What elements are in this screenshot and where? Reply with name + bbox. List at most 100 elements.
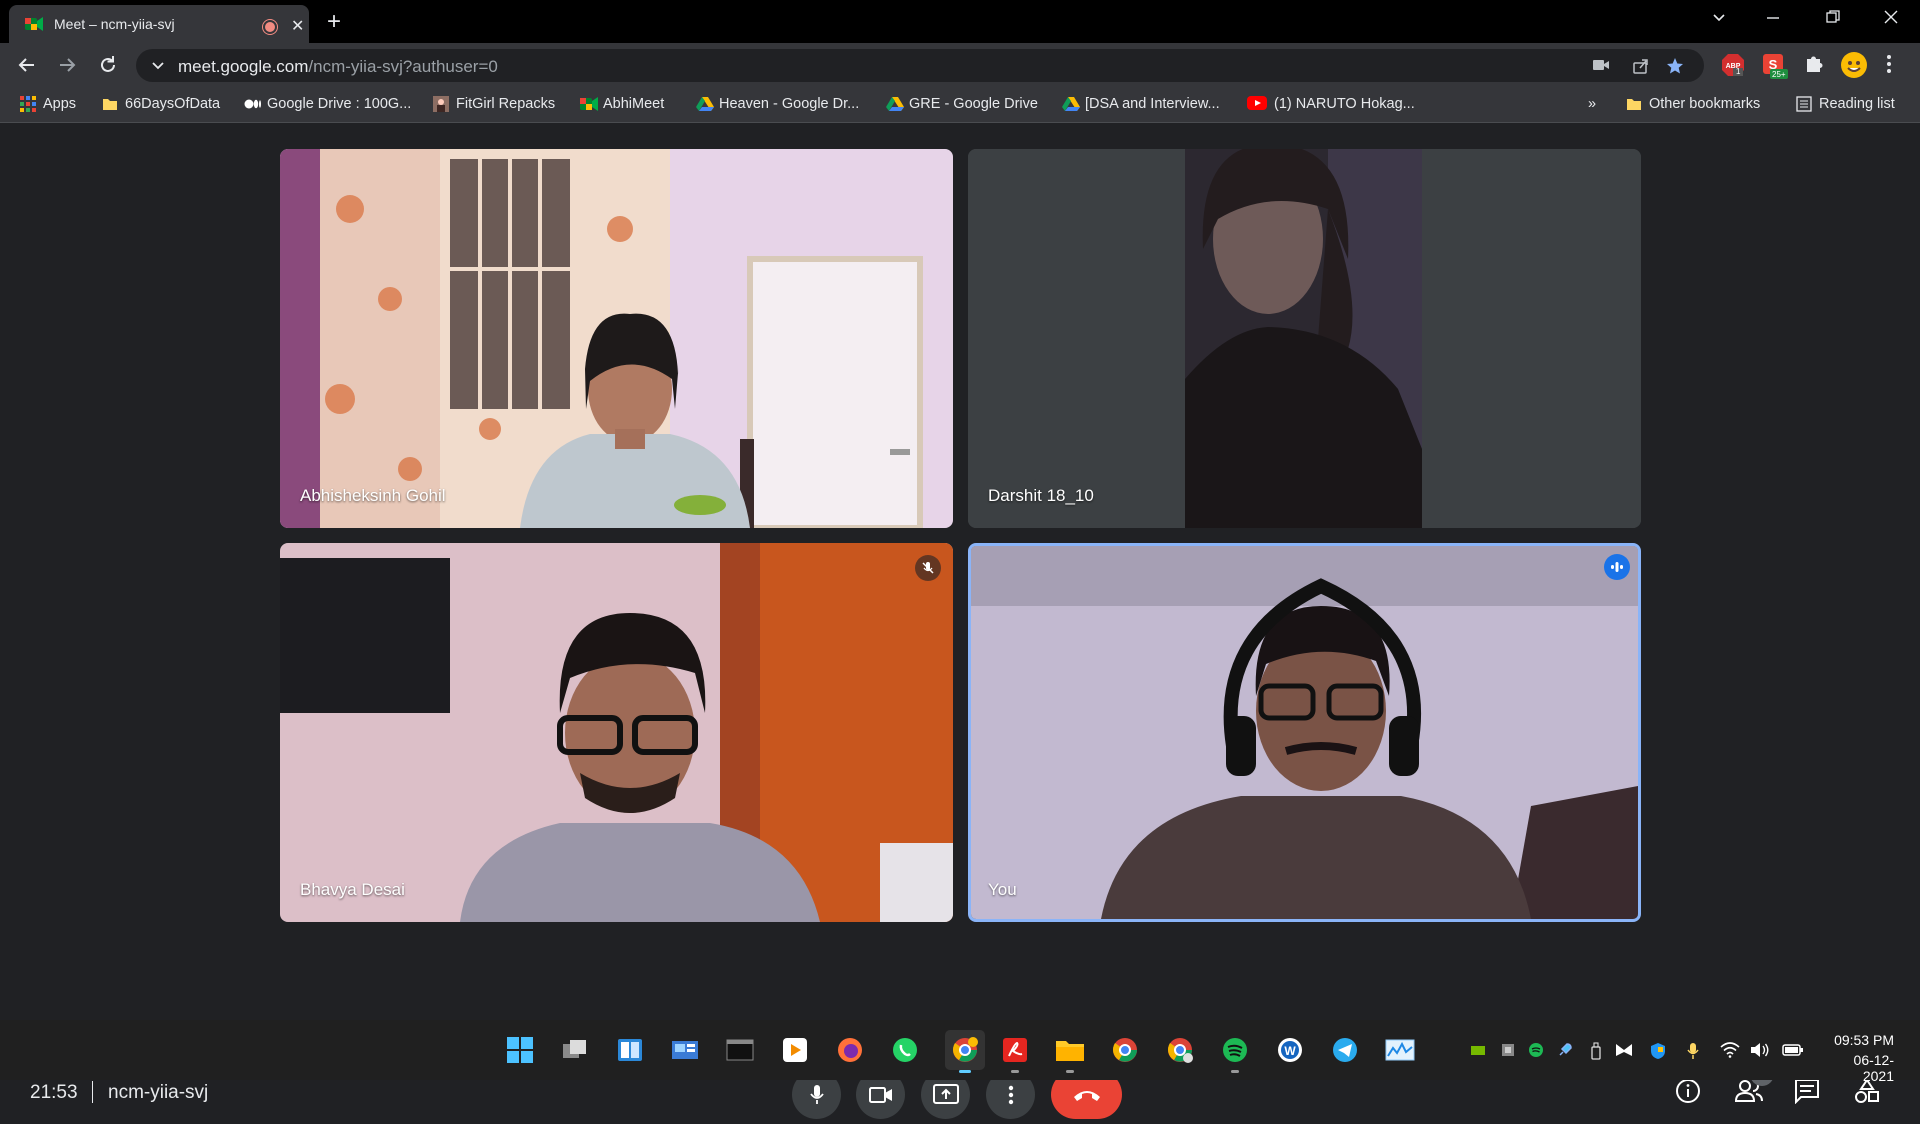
medium-icon <box>244 96 261 112</box>
back-icon[interactable] <box>16 54 38 76</box>
apps-grid-icon <box>20 96 36 112</box>
other-bookmarks-label: Other bookmarks <box>1649 96 1761 112</box>
nvidia-tray-icon[interactable] <box>1470 1042 1486 1058</box>
reload-icon[interactable] <box>97 54 119 76</box>
end-call-icon <box>1072 1088 1102 1102</box>
chat-icon[interactable] <box>1794 1078 1820 1104</box>
bookmark-apps[interactable]: Apps <box>20 96 76 112</box>
more-vert-icon <box>1008 1084 1014 1106</box>
forward-icon[interactable] <box>56 54 78 76</box>
widgets-icon[interactable] <box>615 1035 645 1065</box>
extensions-puzzle-icon[interactable] <box>1803 53 1825 75</box>
mcafee-tray-icon[interactable] <box>1615 1042 1633 1058</box>
storage-tray-icon[interactable] <box>1500 1042 1516 1058</box>
app-w-icon[interactable]: W <box>1275 1035 1305 1065</box>
chrome-active-icon[interactable] <box>945 1030 985 1073</box>
usb-tray-icon[interactable] <box>1590 1042 1602 1060</box>
bookmark-google-drive-100g[interactable]: Google Drive : 100G... <box>244 96 411 112</box>
profile-avatar-icon[interactable] <box>1840 51 1868 79</box>
bookmark-gre-drive[interactable]: GRE - Google Drive <box>886 96 1038 112</box>
running-indicator <box>1066 1070 1074 1073</box>
bookmark-label: Apps <box>43 96 77 112</box>
bookmark-naruto-youtube[interactable]: (1) NARUTO Hokag... <box>1247 96 1415 112</box>
spotify-icon[interactable] <box>1220 1035 1250 1073</box>
meeting-details-icon[interactable] <box>1675 1078 1701 1104</box>
media-player-icon[interactable] <box>780 1035 810 1065</box>
wifi-icon[interactable] <box>1720 1042 1740 1058</box>
present-screen-icon <box>932 1083 959 1106</box>
youtube-icon <box>1247 96 1267 112</box>
active-indicator <box>959 1070 971 1073</box>
bookmark-fitgirl[interactable]: FitGirl Repacks <box>433 96 555 112</box>
battery-icon[interactable] <box>1782 1042 1804 1058</box>
bookmark-dsa-interview[interactable]: [DSA and Interview... <box>1062 96 1220 112</box>
task-view-icon[interactable] <box>560 1035 590 1065</box>
camera-in-use-icon[interactable] <box>1592 57 1610 73</box>
close-window-icon[interactable] <box>1882 8 1900 26</box>
bookmarks-overflow-button[interactable]: » <box>1588 96 1596 112</box>
bookmark-label: [DSA and Interview... <box>1085 96 1220 112</box>
reading-list-icon <box>1796 96 1812 112</box>
tab-title: Meet – ncm-yiia-svj <box>54 16 175 32</box>
drive-icon <box>886 96 904 112</box>
divider <box>92 1081 93 1103</box>
reading-list[interactable]: Reading list <box>1796 96 1895 112</box>
bookmark-label: FitGirl Repacks <box>456 96 556 112</box>
acrobat-icon[interactable] <box>1000 1035 1030 1073</box>
share-icon[interactable] <box>1632 57 1650 75</box>
meet-icon <box>580 96 598 112</box>
windows-start-icon[interactable] <box>505 1035 535 1065</box>
chrome-canary-icon[interactable] <box>1165 1035 1195 1065</box>
taskbar-date[interactable]: 06-12-2021 <box>1824 1052 1894 1084</box>
chrome-profile-icon[interactable] <box>1110 1035 1140 1065</box>
participant-name: Abhisheksinh Gohil <box>300 486 446 505</box>
bookmark-star-icon[interactable] <box>1666 57 1684 75</box>
whatsapp-icon[interactable] <box>890 1035 920 1065</box>
terminal-icon[interactable] <box>725 1035 755 1065</box>
participant-tile-bhavya[interactable]: Bhavya Desai <box>280 543 953 922</box>
close-tab-icon[interactable]: ✕ <box>291 16 304 36</box>
participant-tile-you[interactable]: You <box>968 543 1641 922</box>
participant-name: You <box>988 880 1017 899</box>
extension-badge: 25+ <box>1772 70 1786 79</box>
address-bar[interactable]: meet.google.com/ncm-yiia-svj?authuser=0 <box>136 49 1704 82</box>
tab-meet[interactable]: Meet – ncm-yiia-svj ✕ <box>9 5 309 43</box>
browser-toolbar: meet.google.com/ncm-yiia-svj?authuser=0 … <box>0 43 1920 88</box>
control-panel-icon[interactable] <box>670 1035 700 1065</box>
recording-indicator-icon <box>263 20 277 34</box>
firefox-icon[interactable] <box>835 1035 865 1065</box>
bookmark-heaven-drive[interactable]: Heaven - Google Dr... <box>696 96 859 112</box>
site-info-icon[interactable] <box>150 58 166 74</box>
drive-icon <box>1062 96 1080 112</box>
adblock-plus-icon[interactable]: ABP 1 <box>1721 53 1745 77</box>
new-tab-button[interactable]: + <box>327 8 341 36</box>
rocket-tray-icon[interactable] <box>1557 1042 1573 1058</box>
telegram-icon[interactable] <box>1330 1035 1360 1065</box>
other-bookmarks[interactable]: Other bookmarks <box>1626 96 1760 112</box>
volume-icon[interactable] <box>1750 1042 1770 1058</box>
file-explorer-icon[interactable] <box>1055 1035 1085 1073</box>
spotify-tray-icon[interactable] <box>1528 1042 1544 1058</box>
participant-video <box>971 546 1638 919</box>
bookmark-label: Google Drive : 100G... <box>267 96 412 112</box>
bookmark-abhimeet[interactable]: AbhiMeet <box>580 96 664 112</box>
adblock-badge: 1 <box>1736 67 1741 76</box>
taskbar-time[interactable]: 09:53 PM <box>1834 1032 1894 1048</box>
bookmark-66daysofdata[interactable]: 66DaysOfData <box>102 96 220 112</box>
muted-mic-icon <box>915 555 941 581</box>
extension-s-icon[interactable]: S 25+ <box>1762 53 1788 79</box>
mic-tray-icon[interactable] <box>1686 1042 1700 1060</box>
participant-tile-abhisheksinh[interactable]: Abhisheksinh Gohil <box>280 149 953 528</box>
drive-icon <box>696 96 714 112</box>
tab-search-icon[interactable] <box>1710 8 1728 26</box>
meet-favicon-icon <box>25 16 43 32</box>
minimize-icon[interactable] <box>1764 8 1782 26</box>
meeting-code: ncm-yiia-svj <box>108 1082 209 1103</box>
tab-strip: Meet – ncm-yiia-svj ✕ + <box>0 0 1920 43</box>
participant-video <box>280 543 953 922</box>
browser-menu-icon[interactable] <box>1886 53 1892 75</box>
security-shield-tray-icon[interactable] <box>1649 1042 1667 1060</box>
restore-icon[interactable] <box>1824 8 1842 26</box>
participant-tile-darshit[interactable]: Darshit 18_10 <box>968 149 1641 528</box>
resource-monitor-icon[interactable] <box>1385 1035 1415 1065</box>
